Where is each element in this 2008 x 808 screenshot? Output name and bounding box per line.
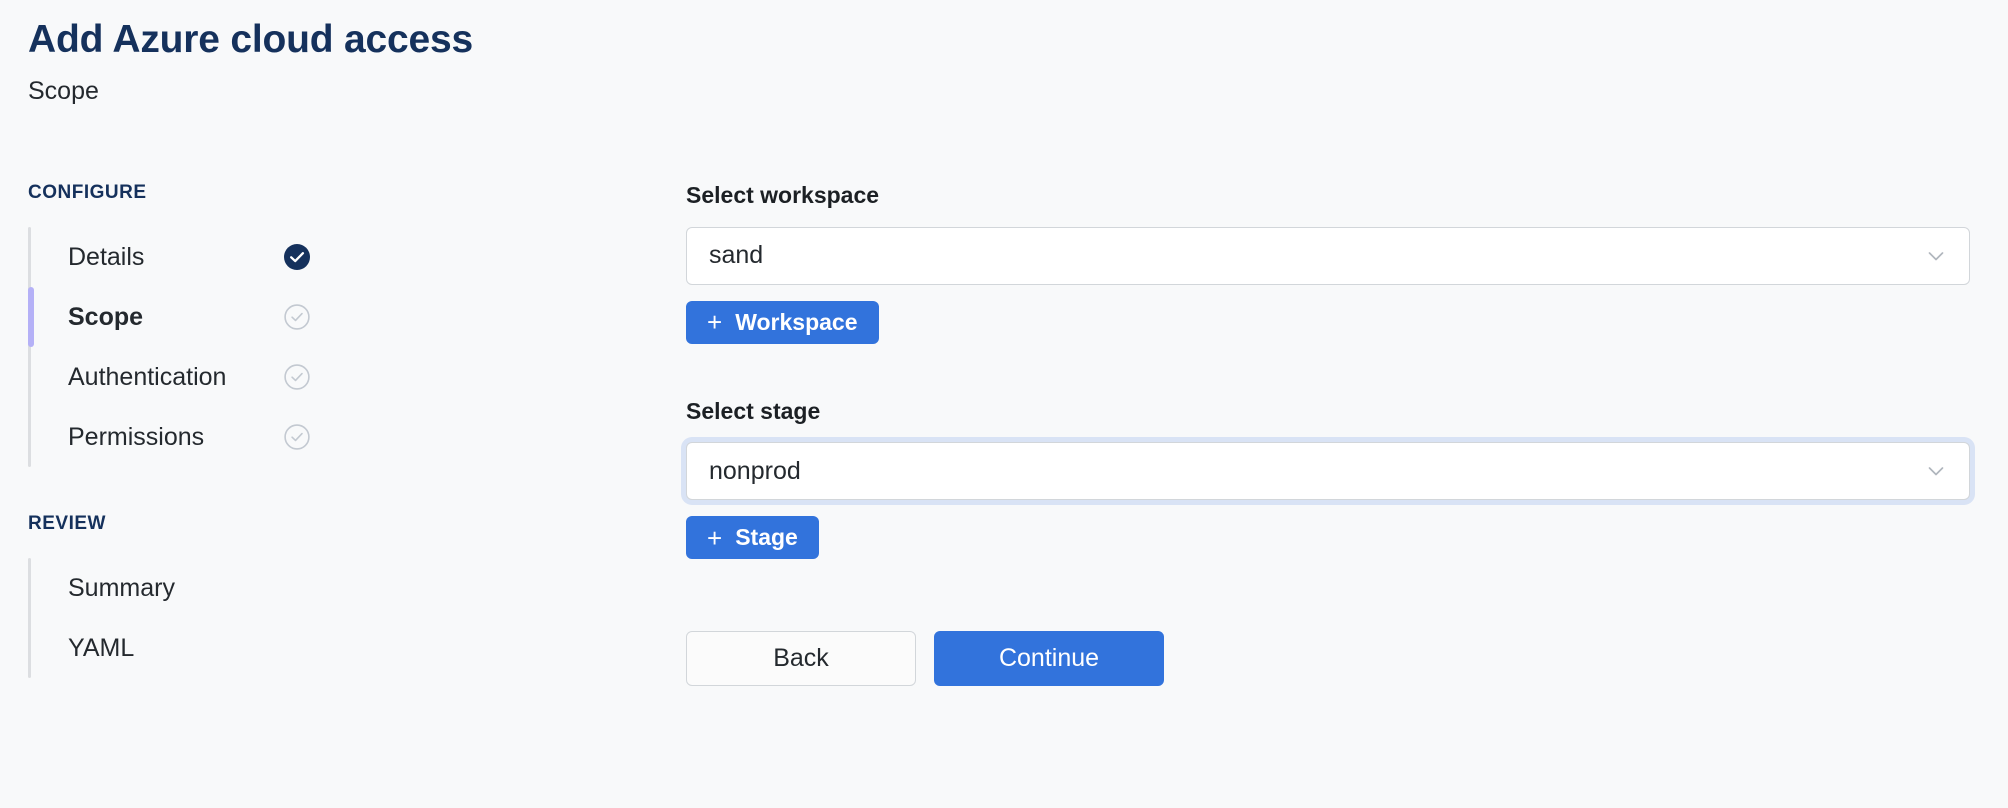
add-workspace-button-label: Workspace	[735, 308, 858, 335]
sidebar-item-label: Permissions	[68, 422, 205, 451]
sidebar-item-details[interactable]: Details	[28, 227, 388, 287]
stage-select-value: nonprod	[709, 458, 801, 484]
page-title: Add Azure cloud access	[28, 18, 473, 61]
sidebar-item-label: Scope	[68, 302, 144, 331]
workspace-select-wrapper: sand	[686, 226, 1970, 285]
page-header: Add Azure cloud access Scope	[28, 18, 473, 106]
continue-button[interactable]: Continue	[934, 631, 1164, 687]
plus-icon: +	[707, 307, 723, 338]
sidebar-item-authentication[interactable]: Authentication	[28, 347, 388, 407]
page-subtitle: Scope	[28, 76, 99, 105]
check-circle-outline-icon	[284, 364, 310, 390]
check-circle-filled-icon	[284, 243, 310, 270]
sidebar-item-label: YAML	[68, 633, 135, 662]
add-stage-button[interactable]: + Stage	[686, 516, 819, 560]
add-workspace-button[interactable]: + Workspace	[686, 300, 879, 344]
sidebar-item-label: Summary	[68, 573, 175, 602]
back-button[interactable]: Back	[686, 631, 916, 687]
step-navigation: CONFIGURE Details Scope Authentication P…	[28, 182, 388, 678]
chevron-down-icon[interactable]	[1925, 245, 1947, 267]
stepnav-group-label-review: REVIEW	[28, 512, 106, 534]
form-section-spacer	[686, 344, 1970, 398]
workspace-field-label: Select workspace	[686, 182, 880, 208]
stepnav-group-spacer	[28, 467, 388, 513]
add-stage-button-label: Stage	[735, 524, 798, 551]
workspace-select[interactable]: sand	[686, 226, 1970, 285]
add-azure-cloud-access-page: Add Azure cloud access Scope CONFIGURE D…	[0, 0, 2008, 808]
sidebar-item-label: Details	[68, 242, 145, 271]
sidebar-item-scope[interactable]: Scope	[28, 286, 388, 347]
sidebar-item-summary[interactable]: Summary	[28, 558, 388, 618]
sidebar-item-permissions[interactable]: Permissions	[28, 407, 388, 467]
stage-select-wrapper: nonprod	[681, 437, 1975, 506]
check-circle-outline-icon	[284, 424, 310, 450]
stepnav-list-review: Summary YAML	[28, 557, 388, 678]
plus-icon: +	[707, 522, 723, 553]
stepnav-group-label-configure: CONFIGURE	[28, 182, 147, 203]
chevron-down-icon[interactable]	[1925, 460, 1947, 482]
sidebar-item-yaml[interactable]: YAML	[28, 618, 388, 678]
scope-form: Select workspace sand + Workspace Select…	[681, 182, 1975, 687]
stepnav-list-configure: Details Scope Authentication Permissions	[28, 226, 388, 467]
check-circle-outline-icon	[284, 304, 310, 330]
workspace-select-value: sand	[709, 243, 764, 269]
form-actions: Back Continue	[686, 631, 1970, 687]
sidebar-item-label: Authentication	[68, 362, 227, 391]
stage-field-label: Select stage	[686, 397, 821, 424]
stage-select[interactable]: nonprod	[686, 442, 1970, 501]
